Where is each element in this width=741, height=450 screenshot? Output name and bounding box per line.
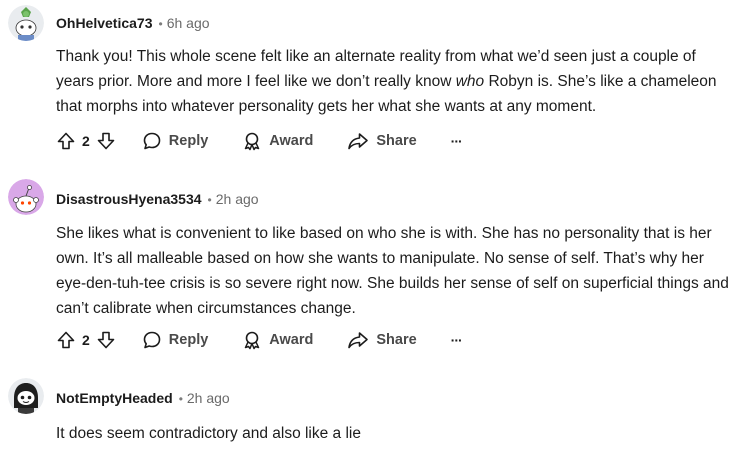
share-arrow-icon <box>348 332 369 349</box>
comment-text: It does seem contradictory and also like… <box>56 425 361 442</box>
username[interactable]: NotEmptyHeaded <box>56 390 173 406</box>
downvote-arrow-icon <box>97 331 115 349</box>
reply-label: Reply <box>168 133 209 149</box>
comment: NotEmptyHeaded • 2h ago It does seem contr… <box>0 365 741 450</box>
timestamp[interactable]: 2h ago <box>187 390 230 406</box>
reply-label: Reply <box>168 332 209 348</box>
award-label: Award <box>269 133 314 149</box>
share-label: Share <box>376 133 417 149</box>
downvote-arrow-icon <box>97 132 115 150</box>
comment: OhHelvetica73 • 6h ago Thank you! This who… <box>0 0 741 170</box>
separator-dot: • <box>158 17 163 31</box>
snoo-avatar-icon <box>8 179 44 215</box>
comment-text: She likes what is convenient to like bas… <box>56 225 729 317</box>
username[interactable]: DisastrousHyena3534 <box>56 191 202 207</box>
share-arrow-icon <box>348 133 369 150</box>
ellipsis-icon: ··· <box>450 133 463 149</box>
upvote-arrow-icon <box>57 132 75 150</box>
upvote-button[interactable] <box>56 328 76 352</box>
downvote-button[interactable] <box>96 129 116 153</box>
share-button[interactable]: Share <box>347 129 417 153</box>
timestamp[interactable]: 2h ago <box>216 191 259 207</box>
reply-button[interactable]: Reply <box>142 129 209 153</box>
vote-count: 2 <box>82 133 90 149</box>
award-button[interactable]: Award <box>242 129 313 153</box>
comment-text-emphasis: who <box>455 73 485 90</box>
avatar[interactable] <box>8 5 44 41</box>
vote-count: 2 <box>82 332 90 348</box>
username[interactable]: OhHelvetica73 <box>56 15 153 31</box>
separator-dot: • <box>207 193 212 207</box>
speech-bubble-icon <box>143 132 161 150</box>
award-button[interactable]: Award <box>242 328 313 352</box>
comment-meta: NotEmptyHeaded • 2h ago <box>56 388 230 408</box>
speech-bubble-icon <box>143 331 161 349</box>
snoo-avatar-icon <box>8 5 44 41</box>
comment: DisastrousHyena3534 • 2h ago She likes wha… <box>0 170 741 365</box>
comment-actions: 2 Reply Award Share ··· <box>56 328 463 352</box>
comment-text: Thank you! This whole scene felt like an… <box>56 44 731 119</box>
comment-body: It does seem contradictory and also like… <box>56 421 731 446</box>
comment-body: Thank you! This whole scene felt like an… <box>56 44 731 119</box>
upvote-arrow-icon <box>57 331 75 349</box>
award-ribbon-icon <box>245 132 260 151</box>
award-label: Award <box>269 332 314 348</box>
more-options-button[interactable]: ··· <box>450 328 463 352</box>
ellipsis-icon: ··· <box>450 332 463 348</box>
reply-button[interactable]: Reply <box>142 328 209 352</box>
more-options-button[interactable]: ··· <box>450 129 463 153</box>
share-button[interactable]: Share <box>347 328 417 352</box>
avatar[interactable] <box>8 378 44 414</box>
comment-meta: DisastrousHyena3534 • 2h ago <box>56 189 259 209</box>
share-label: Share <box>376 332 417 348</box>
timestamp[interactable]: 6h ago <box>167 15 210 31</box>
avatar[interactable] <box>8 179 44 215</box>
snoo-avatar-icon <box>8 378 44 414</box>
downvote-button[interactable] <box>96 328 116 352</box>
comment-body: She likes what is convenient to like bas… <box>56 221 731 321</box>
comment-meta: OhHelvetica73 • 6h ago <box>56 13 210 33</box>
comment-actions: 2 Reply Award Share ··· <box>56 129 463 153</box>
upvote-button[interactable] <box>56 129 76 153</box>
award-ribbon-icon <box>245 331 260 350</box>
separator-dot: • <box>178 392 183 406</box>
